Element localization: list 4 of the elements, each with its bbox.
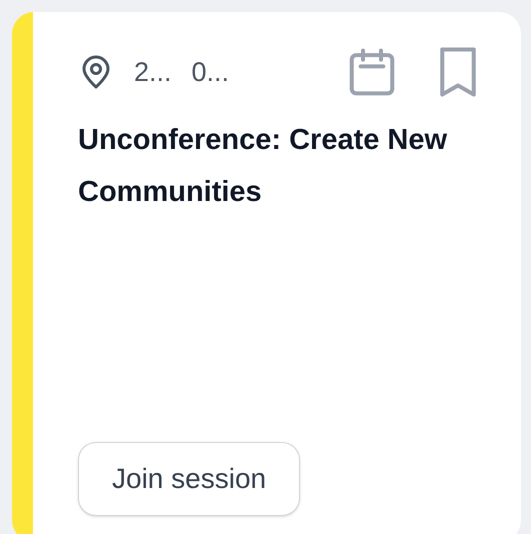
session-title: Unconference: Create New Communities — [78, 123, 448, 210]
location-text: 2... — [134, 56, 172, 89]
join-session-button[interactable]: Join session — [78, 442, 300, 516]
time-text: 0... — [192, 56, 230, 89]
